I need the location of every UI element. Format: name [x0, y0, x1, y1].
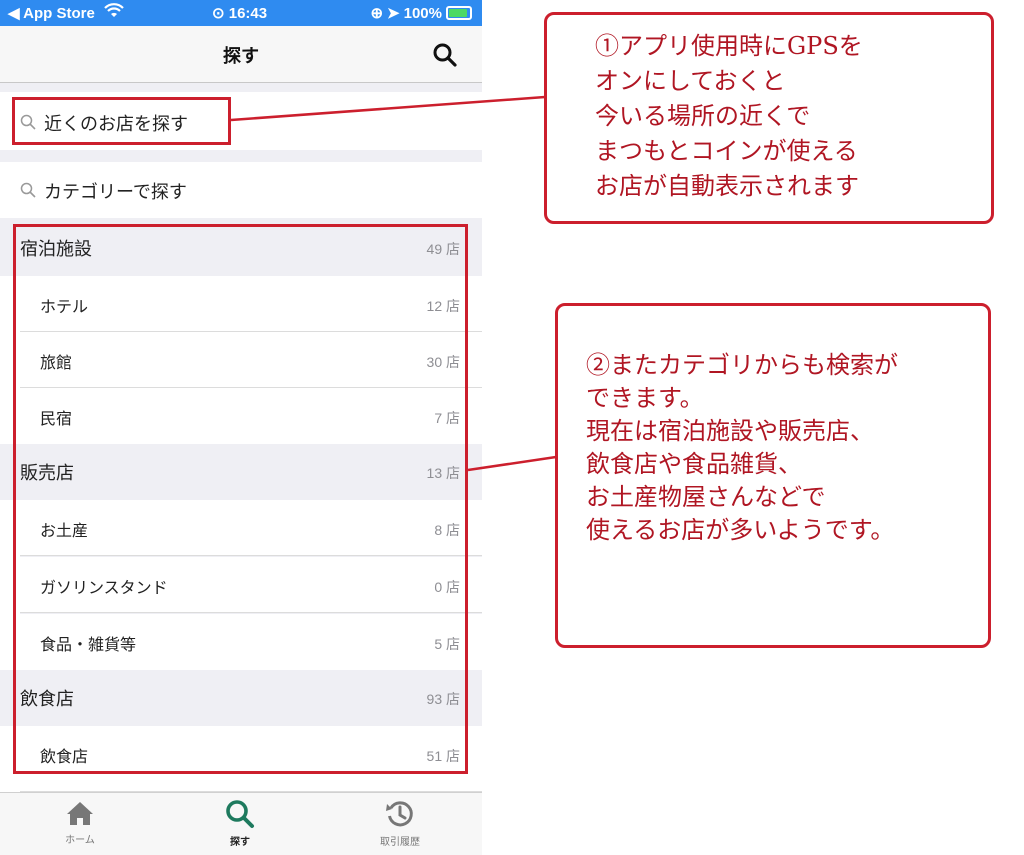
status-bar: ◀ App Store ⊙ 16:43 ⊕ ➤ 100%	[0, 0, 482, 26]
highlight-category-list	[13, 224, 468, 774]
navigation-bar: 探す	[0, 26, 482, 83]
search-category-row[interactable]: カテゴリーで探す	[0, 162, 482, 218]
location-arrow-icon: ➤	[387, 5, 400, 22]
tab-search-label: 探す	[230, 837, 250, 848]
search-category-label: カテゴリーで探す	[44, 182, 187, 203]
status-time: ⊙ 16:43	[212, 4, 267, 22]
back-to-app-store-link[interactable]: ◀ App Store	[8, 4, 95, 22]
status-time-text: 16:43	[228, 5, 268, 22]
magnifier-icon	[20, 182, 36, 198]
callout-category-text: ②またカテゴリからも検索が できます。 現在は宿泊施設や販売店、 飲食店や食品雑…	[586, 351, 898, 544]
status-right: ⊕ ➤ 100%	[370, 4, 472, 22]
search-icon[interactable]	[432, 42, 458, 68]
battery-icon	[446, 6, 472, 20]
history-icon	[386, 801, 413, 827]
callout-gps-note: ①アプリ使用時にGPSを オンにしておくと 今いる場所の近くで まつもとコインが…	[544, 12, 994, 224]
highlight-nearby-search	[12, 97, 231, 145]
tab-home-label: ホーム	[65, 835, 95, 846]
callout-category-note: ②またカテゴリからも検索が できます。 現在は宿泊施設や販売店、 飲食店や食品雑…	[555, 303, 991, 648]
callout-gps-text: ①アプリ使用時にGPSを オンにしておくと 今いる場所の近くで まつもとコインが…	[595, 32, 863, 200]
tab-search[interactable]: 探す	[180, 799, 300, 848]
search-icon	[226, 800, 254, 828]
home-icon	[67, 802, 93, 825]
alarm-icon: ⊙	[212, 5, 225, 22]
page-title: 探す	[223, 46, 259, 67]
battery-percent: 100%	[403, 4, 442, 22]
tab-bar: ホーム 探す 取引履歴	[0, 792, 482, 855]
tab-history[interactable]: 取引履歴	[340, 799, 460, 848]
rotation-lock-icon: ⊕	[370, 5, 384, 22]
tab-history-label: 取引履歴	[380, 837, 420, 848]
tab-home[interactable]: ホーム	[20, 799, 140, 846]
wifi-icon	[104, 3, 124, 23]
